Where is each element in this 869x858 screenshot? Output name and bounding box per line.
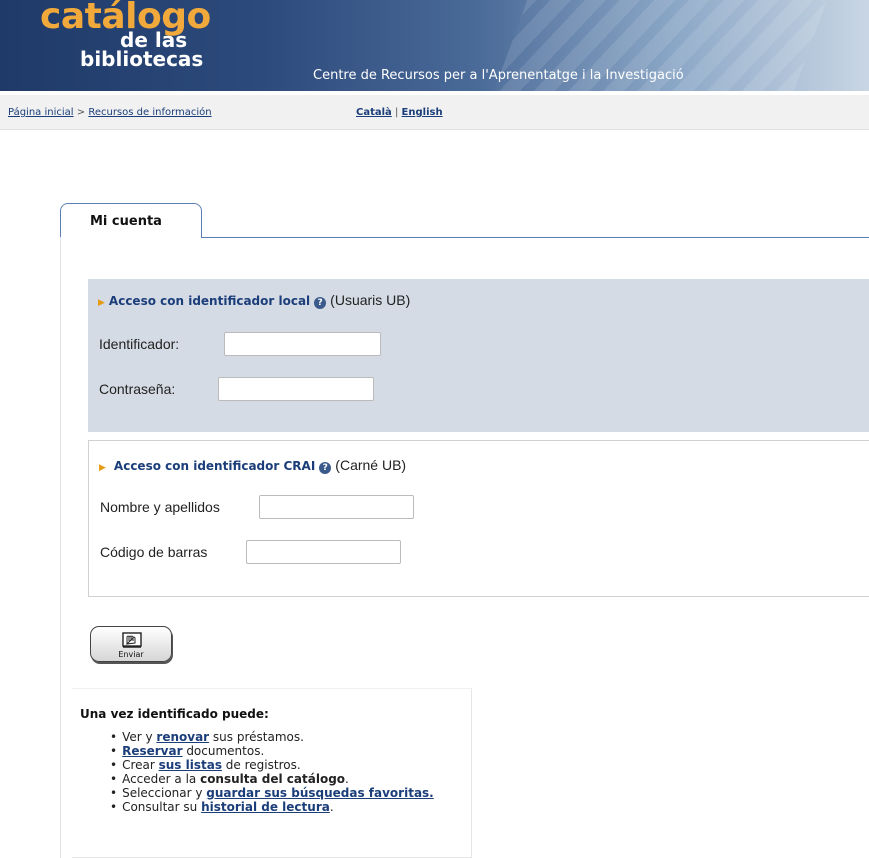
item-text: Acceder a la (122, 772, 201, 786)
logo-subtitle-2[interactable]: bibliotecas (80, 48, 203, 70)
catalog-query-text: consulta del catálogo (200, 772, 346, 786)
header-banner: catálogo de las bibliotecas Centre de Re… (0, 0, 869, 91)
lists-link[interactable]: sus listas (159, 758, 222, 772)
help-icon[interactable]: ? (314, 297, 327, 309)
local-access-note: (Usuaris UB) (330, 292, 411, 308)
item-text: Ver y (122, 730, 157, 744)
submit-button-label: Enviar (118, 650, 144, 659)
saved-searches-link[interactable]: guardar sus búsquedas favoritas. (206, 786, 433, 800)
tab-my-account[interactable]: Mi cuenta (60, 203, 202, 238)
hand-card-icon (122, 632, 142, 648)
reserve-link[interactable]: Reservar (122, 744, 182, 758)
barcode-label: Código de barras (100, 544, 208, 560)
local-access-heading: ▶ Acceso con identificador local? (Usuaris… (98, 292, 410, 309)
identifier-label: Identificador: (99, 336, 180, 352)
lang-catala-link[interactable]: Català (356, 107, 392, 118)
item-text: Crear (122, 758, 159, 772)
crai-access-link[interactable]: Acceso con identificador CRAI (114, 459, 315, 473)
crai-access-note: (Carné UB) (335, 457, 407, 473)
name-input[interactable] (259, 495, 414, 519)
identifier-input[interactable] (224, 332, 381, 356)
list-item: Consultar su historial de lectura. (110, 800, 434, 814)
tab-divider (202, 237, 869, 238)
breadcrumb-home-link[interactable]: Página inicial (8, 107, 74, 118)
breadcrumb: Página inicial > Recursos de información (8, 107, 212, 118)
content-left-border (60, 237, 61, 858)
breadcrumb-bar: Página inicial > Recursos de información… (0, 95, 869, 130)
reading-history-link[interactable]: historial de lectura (201, 800, 330, 814)
name-label: Nombre y apellidos (100, 499, 220, 515)
password-input[interactable] (218, 377, 374, 401)
list-item: Seleccionar y guardar sus búsquedas favo… (110, 786, 434, 800)
item-text: . (329, 800, 334, 814)
info-title: Una vez identificado puede: (80, 707, 269, 721)
list-item: Acceder a la consulta del catálogo. (110, 772, 434, 786)
password-label: Contraseña: (99, 381, 176, 397)
crai-access-panel: ▶ Acceso con identificador CRAI? (Carné UB… (88, 440, 869, 597)
language-switcher: Català | English (356, 107, 443, 118)
renew-link[interactable]: renovar (156, 730, 209, 744)
barcode-input[interactable] (246, 540, 401, 564)
arrow-right-icon: ▶ (98, 298, 105, 308)
item-text: de registros. (221, 758, 301, 772)
list-item: Crear sus listas de registros. (110, 758, 434, 772)
item-text: . (345, 772, 349, 786)
list-item: Reservar documentos. (110, 744, 434, 758)
crai-access-heading: ▶ Acceso con identificador CRAI? (Carné UB… (99, 457, 406, 474)
institution-name: Centre de Recursos per a l'Aprenentatge … (313, 68, 684, 83)
submit-button[interactable]: Enviar (90, 626, 172, 662)
local-access-link[interactable]: Acceso con identificador local (109, 294, 310, 308)
lang-separator: | (394, 107, 399, 118)
info-box: Una vez identificado puede: Ver y renova… (72, 688, 472, 858)
item-text: sus préstamos. (209, 730, 304, 744)
arrow-right-icon: ▶ (99, 463, 106, 473)
list-item: Ver y renovar sus préstamos. (110, 730, 434, 744)
item-text: Seleccionar y (122, 786, 207, 800)
breadcrumb-separator: > (76, 107, 86, 118)
feature-list: Ver y renovar sus préstamos. Reservar do… (110, 730, 434, 814)
help-icon[interactable]: ? (319, 462, 332, 474)
item-text: documentos. (182, 744, 265, 758)
lang-english-link[interactable]: English (402, 107, 443, 118)
local-access-panel: ▶ Acceso con identificador local? (Usuaris… (88, 279, 869, 432)
breadcrumb-current-link[interactable]: Recursos de información (88, 107, 211, 118)
item-text: Consultar su (122, 800, 202, 814)
